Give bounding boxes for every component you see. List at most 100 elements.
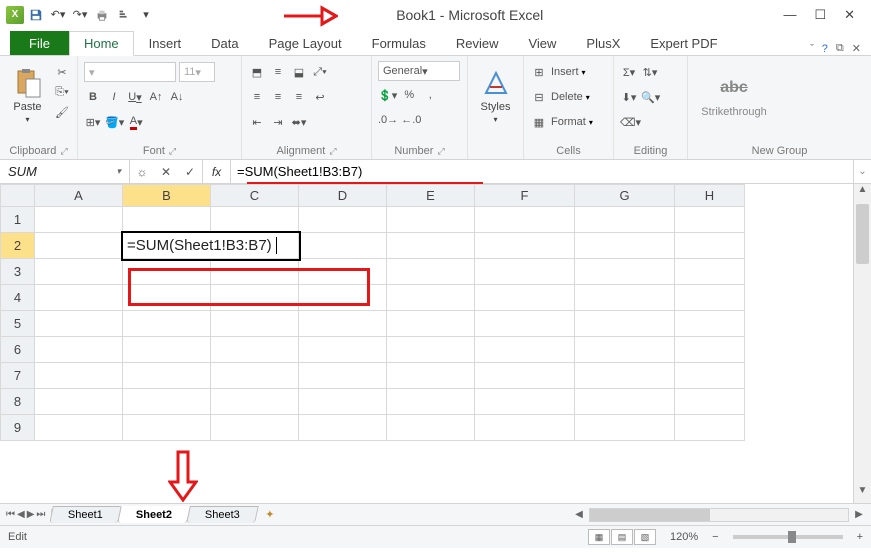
- cell[interactable]: [575, 415, 675, 441]
- col-header[interactable]: B: [123, 185, 211, 207]
- sort-icon[interactable]: [114, 5, 134, 25]
- cell[interactable]: [299, 389, 387, 415]
- cell[interactable]: [475, 259, 575, 285]
- format-painter-icon[interactable]: 🖌: [53, 103, 71, 121]
- vertical-scrollbar[interactable]: ▲ ▼: [853, 184, 871, 503]
- cell[interactable]: [211, 337, 299, 363]
- tab-expert-pdf[interactable]: Expert PDF: [635, 31, 732, 55]
- row-header[interactable]: 5: [1, 311, 35, 337]
- col-header[interactable]: H: [675, 185, 745, 207]
- cell[interactable]: [675, 233, 745, 259]
- minimize-button[interactable]: —: [783, 7, 796, 23]
- find-select-icon[interactable]: 🔍▾: [641, 88, 660, 106]
- styles-button[interactable]: Styles ▾: [474, 59, 517, 131]
- tab-home[interactable]: Home: [69, 31, 134, 56]
- tab-review[interactable]: Review: [441, 31, 514, 55]
- cell[interactable]: [35, 207, 123, 233]
- cell[interactable]: [475, 337, 575, 363]
- decrease-indent-icon[interactable]: ⇤: [248, 113, 266, 131]
- row-header[interactable]: 1: [1, 207, 35, 233]
- cell[interactable]: [123, 415, 211, 441]
- tab-plusx[interactable]: PlusX: [571, 31, 635, 55]
- font-size-dropdown[interactable]: 11 ▾: [179, 62, 215, 82]
- cell[interactable]: [211, 259, 299, 285]
- sort-filter-icon[interactable]: ⇅▾: [641, 63, 659, 81]
- cell[interactable]: [211, 285, 299, 311]
- smart-lookup-icon[interactable]: ☼: [130, 165, 154, 179]
- paste-button[interactable]: Paste ▾: [6, 59, 49, 131]
- align-bottom-icon[interactable]: ⬓: [290, 63, 308, 81]
- cell[interactable]: [675, 415, 745, 441]
- cell[interactable]: [299, 259, 387, 285]
- row-header[interactable]: 6: [1, 337, 35, 363]
- fill-icon[interactable]: ⬇▾: [620, 88, 638, 106]
- cell[interactable]: [35, 363, 123, 389]
- cell[interactable]: [475, 311, 575, 337]
- col-header[interactable]: C: [211, 185, 299, 207]
- cell[interactable]: [299, 415, 387, 441]
- bold-button[interactable]: B: [84, 88, 102, 106]
- qat-dropdown-icon[interactable]: ▾: [136, 5, 156, 25]
- cell[interactable]: [675, 259, 745, 285]
- col-header[interactable]: A: [35, 185, 123, 207]
- redo-icon[interactable]: ↷▾: [70, 5, 90, 25]
- scroll-up-icon[interactable]: ▲: [854, 184, 871, 202]
- align-right-icon[interactable]: ≡: [290, 88, 308, 106]
- fx-icon[interactable]: fx: [203, 160, 231, 183]
- cell[interactable]: [387, 337, 475, 363]
- cell[interactable]: [575, 259, 675, 285]
- font-name-dropdown[interactable]: ▾: [84, 62, 176, 82]
- autosum-icon[interactable]: Σ▾: [620, 63, 638, 81]
- clear-icon[interactable]: ⌫▾: [620, 113, 641, 131]
- cell[interactable]: [575, 233, 675, 259]
- accounting-format-icon[interactable]: 💲▾: [378, 86, 397, 104]
- cell[interactable]: [475, 233, 575, 259]
- minimize-ribbon-icon[interactable]: ˇ: [810, 43, 814, 55]
- tab-insert[interactable]: Insert: [134, 31, 197, 55]
- row-header[interactable]: 4: [1, 285, 35, 311]
- row-header[interactable]: 9: [1, 415, 35, 441]
- scroll-left-icon[interactable]: ◀: [571, 509, 587, 520]
- row-header[interactable]: 2: [1, 233, 35, 259]
- cell[interactable]: [675, 207, 745, 233]
- sheet-tab-sheet3[interactable]: Sheet3: [187, 506, 259, 523]
- row-header[interactable]: 8: [1, 389, 35, 415]
- cell[interactable]: [35, 259, 123, 285]
- scroll-thumb[interactable]: [856, 204, 869, 264]
- normal-view-icon[interactable]: ▦: [588, 529, 610, 545]
- grid-table[interactable]: A B C D E F G H 1 2=SUM(Sheet1!B3:B7) 3 …: [0, 184, 745, 441]
- cell[interactable]: [675, 311, 745, 337]
- cell[interactable]: [123, 389, 211, 415]
- row-header[interactable]: 3: [1, 259, 35, 285]
- cell[interactable]: [475, 207, 575, 233]
- scroll-right-icon[interactable]: ▶: [851, 509, 867, 520]
- clipboard-dialog-icon[interactable]: ⤢: [60, 146, 67, 157]
- wrap-text-icon[interactable]: ↩: [311, 88, 329, 106]
- cell[interactable]: [35, 233, 123, 259]
- format-cells-button[interactable]: ▦Format▾: [530, 111, 593, 133]
- tab-view[interactable]: View: [513, 31, 571, 55]
- close-workbook-icon[interactable]: ✕: [852, 42, 861, 55]
- cell[interactable]: [387, 285, 475, 311]
- cell[interactable]: [475, 389, 575, 415]
- cell[interactable]: [123, 337, 211, 363]
- cell[interactable]: [35, 389, 123, 415]
- tab-page-layout[interactable]: Page Layout: [254, 31, 357, 55]
- zoom-slider[interactable]: [733, 535, 843, 539]
- align-top-icon[interactable]: ⬒: [248, 63, 266, 81]
- cell[interactable]: [387, 363, 475, 389]
- name-box[interactable]: SUM▾: [0, 160, 130, 183]
- insert-cells-button[interactable]: ⊞Insert▾: [530, 61, 586, 83]
- cell[interactable]: [299, 363, 387, 389]
- merge-center-icon[interactable]: ⬌▾: [290, 113, 308, 131]
- cell[interactable]: [387, 259, 475, 285]
- col-header[interactable]: G: [575, 185, 675, 207]
- strikethrough-button[interactable]: abc Strikethrough: [694, 59, 774, 131]
- cell[interactable]: [475, 363, 575, 389]
- undo-icon[interactable]: ↶▾: [48, 5, 68, 25]
- cancel-formula-button[interactable]: ✕: [154, 165, 178, 179]
- cell[interactable]: [387, 233, 475, 259]
- cell[interactable]: [675, 285, 745, 311]
- cell[interactable]: [123, 311, 211, 337]
- enter-formula-button[interactable]: ✓: [178, 165, 202, 179]
